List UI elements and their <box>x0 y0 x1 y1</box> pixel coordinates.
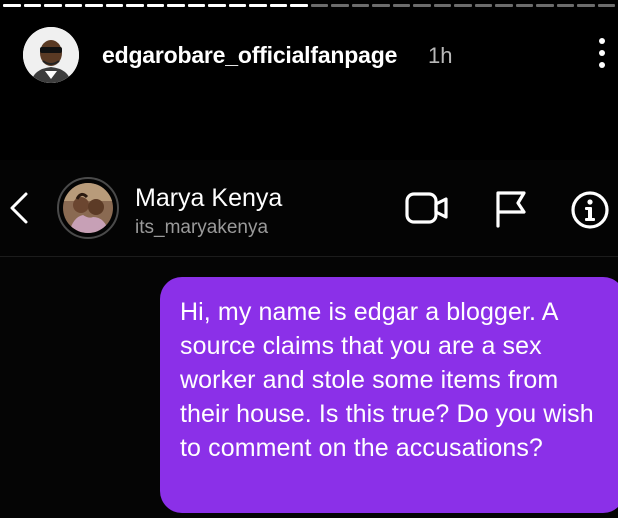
more-vertical-icon[interactable] <box>598 38 606 70</box>
progress-segment <box>495 4 513 7</box>
progress-segment <box>64 4 82 7</box>
progress-segment <box>577 4 595 7</box>
progress-segment <box>85 4 103 7</box>
outgoing-message-bubble[interactable]: Hi, my name is edgar a blogger. A source… <box>160 277 618 513</box>
progress-segment <box>290 4 308 7</box>
progress-segment <box>515 4 533 7</box>
progress-segment <box>167 4 185 7</box>
post-time: 1h <box>428 43 453 68</box>
progress-segment <box>187 4 205 7</box>
story-progress-bar <box>3 4 615 7</box>
author-handle[interactable]: edgarobare_officialfanpage <box>102 42 397 69</box>
contact-avatar[interactable] <box>57 177 119 239</box>
progress-segment <box>556 4 574 7</box>
progress-segment <box>3 4 21 7</box>
progress-segment <box>105 4 123 7</box>
progress-segment <box>23 4 41 7</box>
progress-segment <box>208 4 226 7</box>
progress-segment <box>310 4 328 7</box>
progress-segment <box>44 4 62 7</box>
progress-segment <box>474 4 492 7</box>
progress-segment <box>597 4 615 7</box>
video-call-icon[interactable] <box>404 190 450 226</box>
progress-segment <box>392 4 410 7</box>
progress-segment <box>146 4 164 7</box>
progress-segment <box>454 4 472 7</box>
author-avatar-image <box>23 27 79 83</box>
progress-segment <box>372 4 390 7</box>
progress-segment <box>126 4 144 7</box>
progress-segment <box>413 4 431 7</box>
chevron-left-icon[interactable] <box>6 190 32 226</box>
progress-segment <box>228 4 246 7</box>
info-icon[interactable] <box>570 190 610 230</box>
progress-segment <box>433 4 451 7</box>
progress-segment <box>351 4 369 7</box>
contact-username: its_maryakenya <box>135 217 269 238</box>
progress-segment <box>269 4 287 7</box>
contact-avatar-image <box>63 183 113 233</box>
progress-segment <box>536 4 554 7</box>
flag-icon[interactable] <box>492 190 528 228</box>
story-header: edgarobare_officialfanpage 1h <box>18 24 618 86</box>
contact-name[interactable]: Marya Kenya <box>135 184 282 213</box>
progress-segment <box>249 4 267 7</box>
author-avatar[interactable] <box>23 27 79 83</box>
message-text: Hi, my name is edgar a blogger. A source… <box>180 298 594 462</box>
progress-segment <box>331 4 349 7</box>
dm-screenshot: Marya Kenya its_maryakenya Hi, my name i… <box>0 160 618 518</box>
dm-header: Marya Kenya its_maryakenya <box>0 160 618 257</box>
